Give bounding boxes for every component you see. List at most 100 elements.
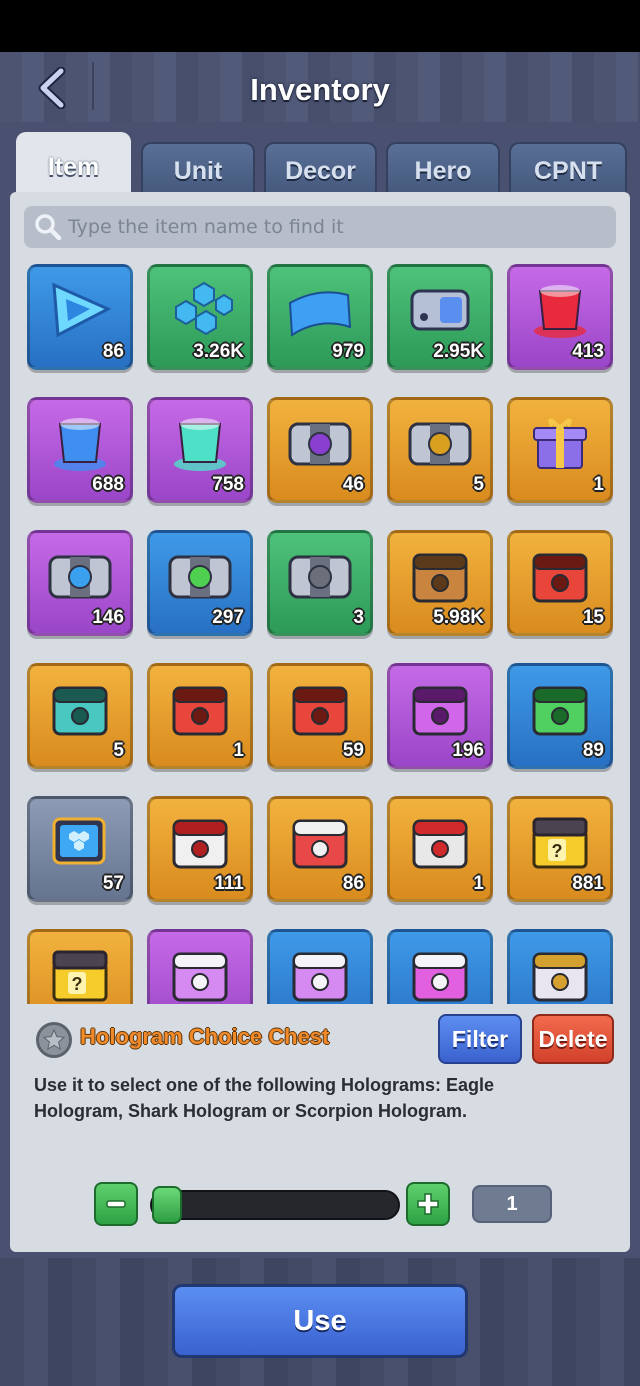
item-slot[interactable]: 688: [27, 397, 133, 503]
item-count: 2.95K: [433, 341, 484, 362]
item-slot[interactable]: 979: [267, 264, 373, 370]
item-slot[interactable]: [507, 929, 613, 1004]
item-slot[interactable]: 196: [387, 663, 493, 769]
back-button[interactable]: [30, 66, 74, 110]
item-count: 297: [212, 607, 244, 628]
red-white-chest-icon: [284, 809, 356, 873]
item-slot[interactable]: [147, 929, 253, 1004]
item-slot[interactable]: 1: [507, 397, 613, 503]
item-slot[interactable]: [387, 929, 493, 1004]
item-count: 979: [332, 341, 364, 362]
item-slot[interactable]: ? 881: [507, 796, 613, 902]
item-slot[interactable]: 3: [267, 530, 373, 636]
item-slot[interactable]: 297: [147, 530, 253, 636]
item-slot[interactable]: 89: [507, 663, 613, 769]
filter-button[interactable]: Filter: [438, 1014, 522, 1064]
search-icon: [35, 214, 62, 241]
item-slot[interactable]: 111: [147, 796, 253, 902]
item-count: 5: [473, 474, 484, 495]
item-count: 111: [214, 873, 244, 894]
item-slot[interactable]: 1: [387, 796, 493, 902]
item-count: 688: [92, 474, 124, 495]
item-count: 15: [582, 607, 604, 628]
item-count: 1: [473, 873, 484, 894]
item-slot[interactable]: 3.26K: [147, 264, 253, 370]
item-count: 5.98K: [433, 607, 484, 628]
item-slot[interactable]: 146: [27, 530, 133, 636]
item-count: 758: [212, 474, 244, 495]
blue-capsule-chest-icon: [44, 543, 116, 607]
item-count: 1: [233, 740, 244, 761]
item-slot[interactable]: 46: [267, 397, 373, 503]
header: Inventory: [0, 52, 640, 122]
item-count: 86: [342, 873, 364, 894]
svg-text:?: ?: [552, 841, 563, 861]
quantity-field[interactable]: 1: [472, 1185, 552, 1223]
search-input[interactable]: [68, 216, 588, 238]
item-count: 3.26K: [193, 341, 244, 362]
quantity-slider[interactable]: [150, 1186, 400, 1224]
item-slot[interactable]: [267, 929, 373, 1004]
purple-white-chest-icon: [284, 942, 356, 1004]
item-slot[interactable]: 59: [267, 663, 373, 769]
tab-unit[interactable]: Unit: [141, 142, 255, 194]
back-arrow-icon: [38, 67, 66, 109]
blue-paint-bucket-icon: [44, 410, 116, 474]
item-slot[interactable]: ?: [27, 929, 133, 1004]
item-count: 46: [342, 474, 364, 495]
tab-cpnt[interactable]: CPNT: [509, 142, 627, 194]
item-count: 57: [102, 873, 124, 894]
inventory-panel: 86 3.26K 979 2.95K 413 688 758 46 5 1 146 297 3 5.98K…: [10, 192, 630, 1252]
green-capsule-chest-icon: [164, 543, 236, 607]
decrease-button[interactable]: [94, 1182, 138, 1226]
battery-module-icon: [404, 277, 476, 341]
inventory-screen: Inventory Item Unit Decor Hero CPNT 86 3.…: [0, 0, 640, 1386]
item-count: 5: [113, 740, 124, 761]
blue-triangle-shard-icon: [44, 277, 116, 341]
item-count: 86: [102, 341, 124, 362]
item-badge: [36, 1022, 72, 1058]
item-slot[interactable]: 413: [507, 264, 613, 370]
item-slot[interactable]: 15: [507, 530, 613, 636]
increase-button[interactable]: [406, 1182, 450, 1226]
page-title: Inventory: [250, 72, 390, 107]
item-slot[interactable]: 57: [27, 796, 133, 902]
item-count: 196: [452, 740, 484, 761]
svg-text:?: ?: [72, 974, 83, 994]
red-chest-icon: [284, 676, 356, 740]
slider-thumb[interactable]: [152, 1186, 182, 1224]
item-count: 881: [572, 873, 604, 894]
item-slot[interactable]: 86: [27, 264, 133, 370]
use-button[interactable]: Use: [172, 1284, 468, 1358]
delete-button[interactable]: Delete: [532, 1014, 614, 1064]
mystery-chest-icon: ?: [44, 942, 116, 1004]
item-slot[interactable]: 2.95K: [387, 264, 493, 370]
item-count: 1: [593, 474, 604, 495]
tab-decor[interactable]: Decor: [264, 142, 377, 194]
item-count: 413: [572, 341, 604, 362]
red-hero-chest-icon: [524, 543, 596, 607]
hex-tiles-icon: [164, 277, 236, 341]
item-count: 89: [582, 740, 604, 761]
teal-paint-bucket-icon: [164, 410, 236, 474]
item-slot[interactable]: 758: [147, 397, 253, 503]
red-chest-icon: [164, 676, 236, 740]
item-slot[interactable]: 1: [147, 663, 253, 769]
teal-crate-icon: [44, 676, 116, 740]
tab-item[interactable]: Item: [16, 132, 131, 194]
item-detail: Hologram Choice Chest Filter Delete Use …: [10, 1004, 630, 1252]
item-slot[interactable]: 86: [267, 796, 373, 902]
robot-head-chest-icon: [404, 809, 476, 873]
purple-capsule-chest-icon: [284, 410, 356, 474]
pink-white-chest-icon: [404, 942, 476, 1004]
white-gold-chest-icon: [524, 942, 596, 1004]
header-divider: [92, 62, 94, 110]
purple-white-chest-icon: [164, 942, 236, 1004]
item-slot[interactable]: 5: [387, 397, 493, 503]
purple-hero-chest-icon: [404, 676, 476, 740]
item-slot[interactable]: 5.98K: [387, 530, 493, 636]
white-red-chest-icon: [164, 809, 236, 873]
status-bar: [0, 0, 640, 52]
item-slot[interactable]: 5: [27, 663, 133, 769]
tab-hero[interactable]: Hero: [386, 142, 500, 194]
